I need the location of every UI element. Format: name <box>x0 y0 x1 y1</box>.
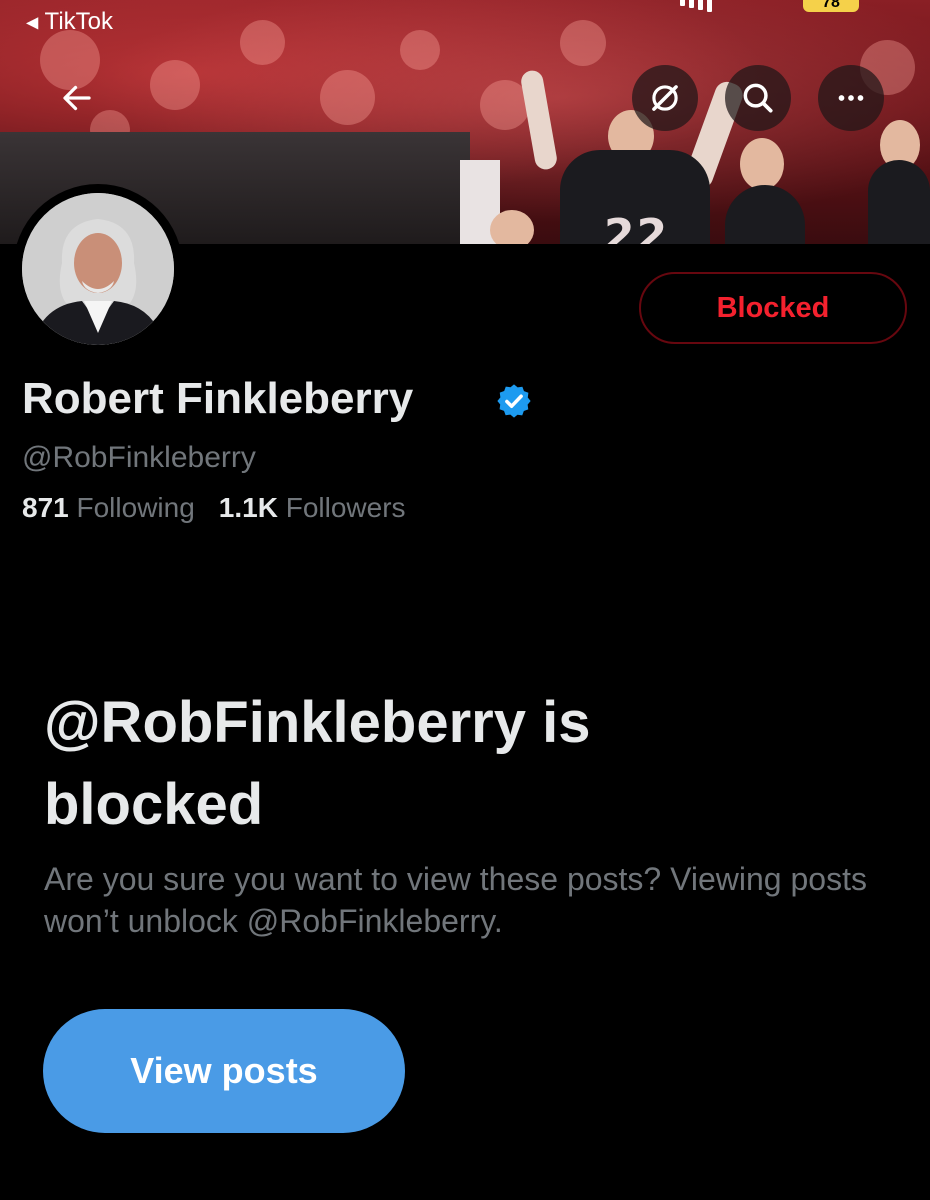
followers-label: Followers <box>285 492 406 523</box>
followers-count: 1.1K <box>218 492 278 523</box>
following-label: Following <box>76 492 195 523</box>
avatar-portrait <box>22 193 174 345</box>
search-icon <box>743 83 773 113</box>
arrow-left-icon <box>63 85 91 111</box>
handle: @RobFinkleberry <box>22 441 256 474</box>
eye-slash-icon <box>652 85 678 111</box>
banner-player: 22 <box>560 150 710 244</box>
blocked-button[interactable]: Blocked <box>639 272 907 344</box>
blocked-title: @RobFinkleberry is blocked <box>44 690 591 837</box>
more-button[interactable] <box>818 65 884 131</box>
view-posts-button[interactable]: View posts <box>43 1009 405 1133</box>
battery-icon: 78 <box>803 0 859 12</box>
search-button[interactable] <box>725 65 791 131</box>
following-count: 871 <box>22 492 69 523</box>
back-triangle-icon: ◀ <box>26 14 39 32</box>
verified-badge-icon <box>495 382 533 425</box>
profile-stats: 871 Following 1.1K Followers <box>22 492 406 524</box>
status-back-to-app[interactable]: ◀ TikTok <box>26 8 113 36</box>
back-button[interactable] <box>44 65 110 131</box>
display-name: Robert Finkleberry <box>22 374 414 423</box>
jersey-number: 22 <box>604 210 670 244</box>
back-app-label: TikTok <box>44 8 113 35</box>
blocked-description: Are you sure you want to view these post… <box>44 861 867 939</box>
followers-link[interactable]: 1.1K Followers <box>219 492 406 523</box>
hide-button[interactable] <box>632 65 698 131</box>
following-link[interactable]: 871 Following <box>22 492 195 523</box>
avatar[interactable] <box>22 193 174 345</box>
more-horizontal-icon <box>838 95 864 101</box>
